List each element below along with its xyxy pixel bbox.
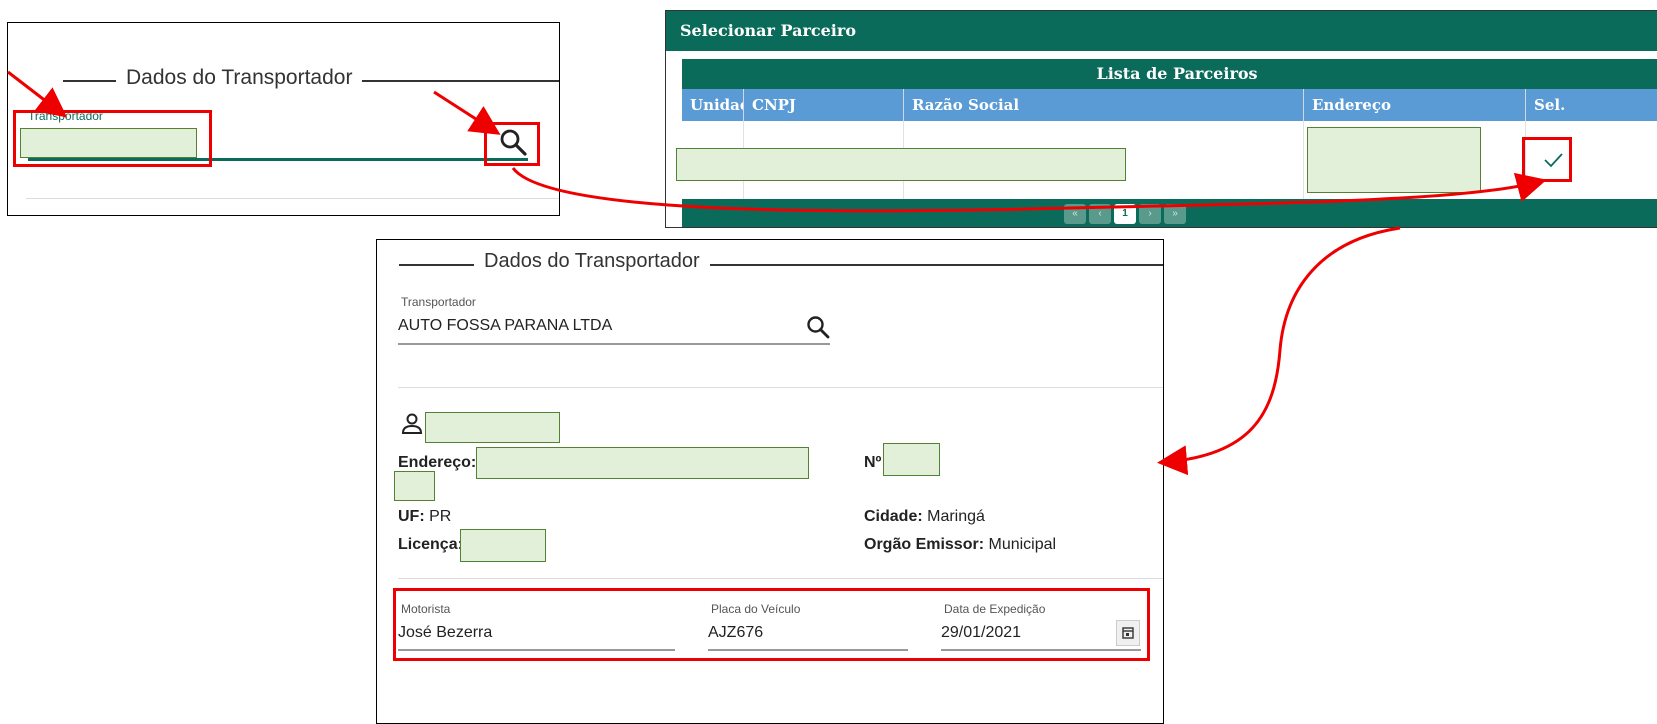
- arrow-to-transporter: [7, 70, 68, 118]
- arrow-select-to-result: [1157, 226, 1401, 476]
- arrow-search-to-select: [511, 167, 1547, 213]
- annotation-arrows: [7, 70, 1547, 476]
- arrow-to-search: [433, 90, 501, 135]
